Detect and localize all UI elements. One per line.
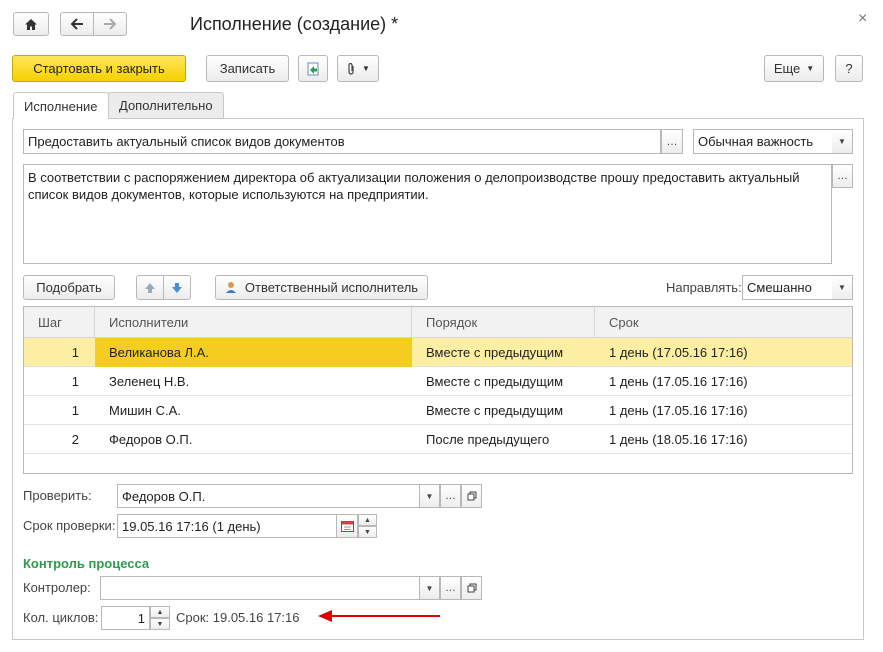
controller-input[interactable] [100,576,420,600]
more-label: Еще [773,61,801,76]
table-row[interactable]: 1 Великанова Л.А. Вместе с предыдущим 1 … [24,338,852,367]
direct-value: Смешанно [747,280,812,295]
subject-select-button[interactable]: … [661,129,683,154]
arrow-left-icon [70,18,83,30]
description-select-button[interactable]: … [832,164,853,188]
deadline-spin-down[interactable]: ▼ [358,526,377,538]
tab-additional[interactable]: Дополнительно [108,92,224,118]
table-header: Шаг Исполнители Порядок Срок [24,307,852,338]
controller-open-button[interactable] [461,576,482,600]
cycles-value: 1 [137,610,145,626]
row-order: Вместе с предыдущим [426,345,564,360]
description-textarea[interactable]: В соответствии с распоряжением директора… [23,164,832,264]
responsible-executor-button[interactable]: Ответственный исполнитель [215,275,428,300]
cycles-label: Кол. циклов: [23,610,99,625]
responsible-executor-label: Ответственный исполнитель [244,280,419,295]
subject-input[interactable]: Предоставить актуальный список видов док… [23,129,661,154]
verify-input[interactable]: Федоров О.П. [117,484,420,508]
row-executor: Великанова Л.А. [95,338,412,367]
controller-select-button[interactable]: … [440,576,461,600]
term-text: Срок: 19.05.16 17:16 [176,610,300,625]
arrow-right-icon [104,18,117,30]
help-button[interactable]: ? [835,55,863,82]
direct-dropdown-button[interactable]: ▼ [832,275,853,300]
start-and-close-button[interactable]: Стартовать и закрыть [12,55,186,82]
row-order: Вместе с предыдущим [426,403,564,418]
open-window-icon [467,491,476,501]
row-order: После предыдущего [426,432,550,447]
arrow-up-icon [145,282,155,293]
open-window-icon [467,583,476,593]
home-icon [25,18,37,30]
row-deadline: 1 день (18.05.16 17:16) [609,432,748,447]
row-step: 1 [71,403,79,418]
attachments-button[interactable]: ▼ [337,55,379,82]
deadline-spin-up[interactable]: ▲ [358,514,377,526]
tab-execution[interactable]: Исполнение [13,92,109,119]
importance-select[interactable]: Обычная важность [693,129,853,154]
cycles-spin-up[interactable]: ▲ [150,606,170,618]
verify-value: Федоров О.П. [122,488,206,504]
row-step: 1 [71,345,79,360]
column-header-step[interactable]: Шаг [24,307,95,338]
verify-open-button[interactable] [461,484,482,508]
row-deadline: 1 день (17.05.16 17:16) [609,345,748,360]
row-executor: Мишин С.А. [109,403,181,418]
column-header-executors[interactable]: Исполнители [95,307,412,338]
row-step: 2 [71,432,79,447]
importance-dropdown-button[interactable]: ▼ [832,129,853,154]
row-executor: Зеленец Н.В. [109,374,190,389]
paperclip-icon [348,62,354,75]
chevron-down-icon: ▼ [362,64,370,73]
deadline-label: Срок проверки: [23,518,116,533]
table-row[interactable]: 2 Федоров О.П. После предыдущего 1 день … [24,425,852,454]
controller-dropdown-button[interactable]: ▼ [420,576,440,600]
cycles-input[interactable]: 1 [101,606,150,630]
chevron-down-icon: ▼ [425,583,434,593]
chevron-down-icon: ▼ [806,64,815,73]
annotation-arrow-line [330,615,440,617]
column-header-deadline[interactable]: Срок [595,307,852,338]
arrow-down-icon [172,282,182,293]
calendar-icon [340,521,354,532]
chevron-down-icon: ▼ [838,283,846,292]
table-row[interactable]: 1 Зеленец Н.В. Вместе с предыдущим 1 ден… [24,367,852,396]
move-down-button[interactable] [163,275,191,300]
controller-label: Контролер: [23,580,91,595]
user-icon [225,282,236,293]
window-title: Исполнение (создание) * [190,14,399,34]
verify-dropdown-button[interactable]: ▼ [420,484,440,508]
row-executor: Федоров О.П. [109,432,193,447]
pick-button[interactable]: Подобрать [23,275,115,300]
direct-label: Направлять: [666,280,742,295]
chevron-down-icon: ▼ [838,137,846,146]
description-text: В соответствии с распоряжением директора… [28,170,800,202]
document-green-arrow-icon [307,62,319,75]
importance-value: Обычная важность [698,134,814,149]
row-deadline: 1 день (17.05.16 17:16) [609,374,748,389]
column-header-order[interactable]: Порядок [412,307,595,338]
deadline-value: 19.05.16 17:16 (1 день) [122,518,261,534]
row-step: 1 [71,374,79,389]
save-button[interactable]: Записать [206,55,289,82]
deadline-input[interactable]: 19.05.16 17:16 (1 день) [117,514,337,538]
cycles-spin-down[interactable]: ▼ [150,618,170,630]
chevron-down-icon: ▼ [425,491,434,501]
more-button[interactable]: Еще ▼ [764,55,824,82]
create-based-button[interactable] [298,55,328,82]
verify-label: Проверить: [23,488,92,503]
process-control-title: Контроль процесса [23,556,150,571]
close-icon[interactable]: × [858,10,867,28]
calendar-button[interactable] [337,514,358,538]
home-button[interactable] [13,12,49,36]
forward-button[interactable] [93,12,127,36]
move-up-button[interactable] [136,275,164,300]
table-row[interactable]: 1 Мишин С.А. Вместе с предыдущим 1 день … [24,396,852,425]
executors-table[interactable]: Шаг Исполнители Порядок Срок 1 Великанов… [23,306,853,474]
row-deadline: 1 день (17.05.16 17:16) [609,403,748,418]
back-button[interactable] [60,12,94,36]
row-order: Вместе с предыдущим [426,374,564,389]
verify-select-button[interactable]: … [440,484,461,508]
